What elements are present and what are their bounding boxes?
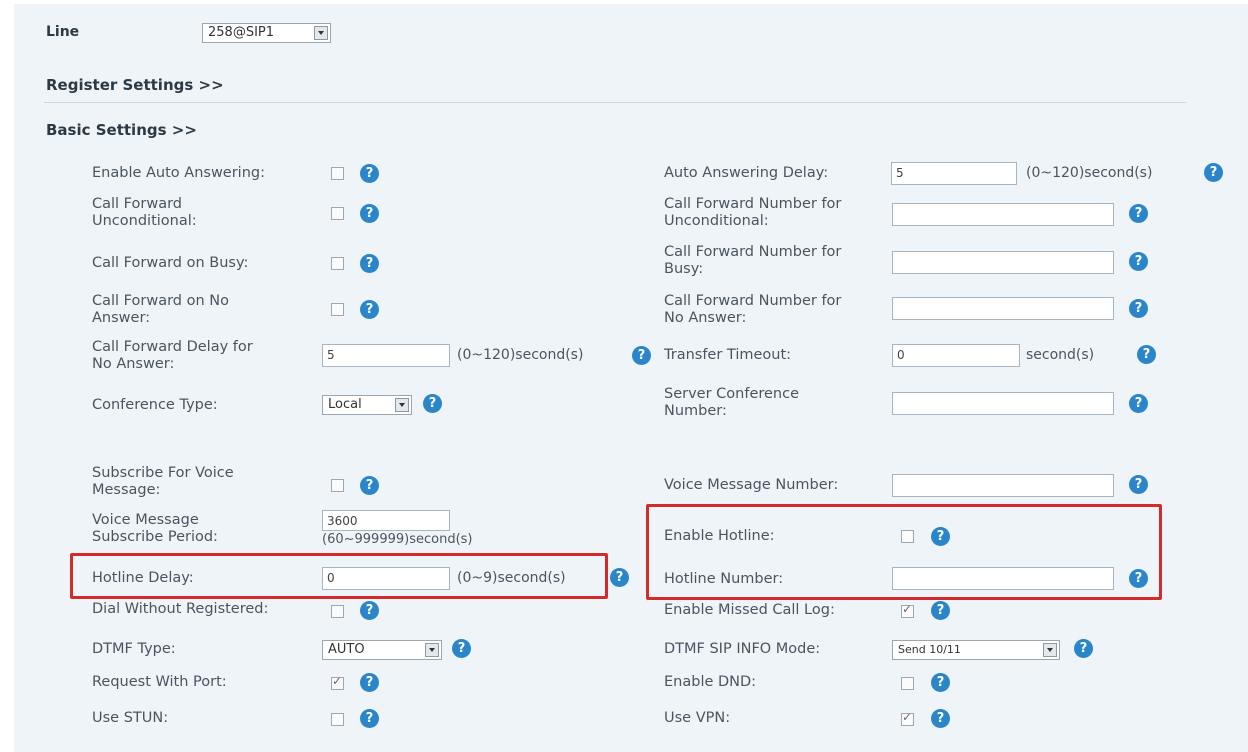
help-icon[interactable]: ? <box>360 204 379 223</box>
transfer-timeout-unit: second(s) <box>1026 347 1095 363</box>
cfn-busy-input[interactable] <box>892 251 1114 274</box>
enable-hotline-label: Enable Hotline: <box>664 528 775 544</box>
help-icon[interactable]: ? <box>360 476 379 495</box>
help-icon[interactable]: ? <box>1129 299 1148 318</box>
cfn-noanswer-input[interactable] <box>892 297 1114 320</box>
dial-unregistered-checkbox[interactable] <box>331 605 344 618</box>
cf-delay-unit: (0~120)second(s) <box>457 347 584 363</box>
vm-period-input[interactable]: 3600 <box>322 510 450 531</box>
help-icon[interactable]: ? <box>1204 163 1223 182</box>
missed-call-log-checkbox[interactable] <box>901 602 914 618</box>
chevron-down-icon[interactable] <box>1043 643 1057 657</box>
hotline-delay-label: Hotline Delay: <box>92 570 194 586</box>
help-icon[interactable]: ? <box>1129 204 1148 223</box>
hotline-number-label: Hotline Number: <box>664 571 784 587</box>
chevron-down-icon[interactable] <box>425 643 439 657</box>
help-icon[interactable]: ? <box>360 673 379 692</box>
missed-call-log-label: Enable Missed Call Log: <box>664 602 835 618</box>
help-icon[interactable]: ? <box>1129 475 1148 494</box>
help-icon[interactable]: ? <box>931 673 950 692</box>
settings-page: Line 258@SIP1 Register Settings >> Basic… <box>14 4 1248 752</box>
help-icon[interactable]: ? <box>360 164 379 183</box>
help-icon[interactable]: ? <box>1129 569 1148 588</box>
conference-type-label: Conference Type: <box>92 397 218 413</box>
vm-number-label: Voice Message Number: <box>664 477 839 493</box>
subscribe-vm-label: Subscribe For Voice Message: <box>92 465 234 498</box>
hotline-number-input[interactable] <box>892 567 1114 590</box>
register-settings-link[interactable]: Register Settings >> <box>46 76 224 94</box>
cf-busy-checkbox[interactable] <box>331 257 344 270</box>
vm-period-unit: (60~999999)second(s) <box>322 532 473 547</box>
cf-unconditional-checkbox[interactable] <box>331 207 344 220</box>
help-icon[interactable]: ? <box>360 601 379 620</box>
use-vpn-checkbox[interactable] <box>901 710 914 726</box>
request-port-label: Request With Port: <box>92 674 227 690</box>
use-stun-checkbox[interactable] <box>331 713 344 726</box>
dtmf-type-value: AUTO <box>328 642 365 657</box>
help-icon[interactable]: ? <box>360 709 379 728</box>
cf-noanswer-checkbox[interactable] <box>331 303 344 316</box>
help-icon[interactable]: ? <box>931 527 950 546</box>
chevron-down-icon[interactable] <box>395 398 409 412</box>
auto-answer-checkbox[interactable] <box>331 167 344 180</box>
auto-answer-delay-label: Auto Answering Delay: <box>664 165 829 181</box>
help-icon[interactable]: ? <box>423 394 442 413</box>
line-select[interactable]: 258@SIP1 <box>202 23 331 43</box>
subscribe-vm-checkbox[interactable] <box>331 479 344 492</box>
server-conference-input[interactable] <box>892 392 1114 415</box>
help-icon[interactable]: ? <box>931 601 950 620</box>
server-conference-label: Server Conference Number: <box>664 386 800 419</box>
cfn-unconditional-input[interactable] <box>892 203 1114 226</box>
help-icon[interactable]: ? <box>452 639 471 658</box>
help-icon[interactable]: ? <box>931 709 950 728</box>
help-icon[interactable]: ? <box>360 254 379 273</box>
use-stun-label: Use STUN: <box>92 710 169 726</box>
hotline-delay-unit: (0~9)second(s) <box>457 570 566 586</box>
dtmf-type-label: DTMF Type: <box>92 641 176 657</box>
enable-dnd-label: Enable DND: <box>664 674 757 690</box>
transfer-timeout-input[interactable]: 0 <box>892 344 1020 367</box>
cf-delay-label: Call Forward Delay for No Answer: <box>92 339 253 372</box>
cf-noanswer-label: Call Forward on No Answer: <box>92 293 229 326</box>
request-port-checkbox[interactable] <box>331 674 344 690</box>
help-icon[interactable]: ? <box>360 300 379 319</box>
help-icon[interactable]: ? <box>1137 345 1156 364</box>
help-icon[interactable]: ? <box>610 568 629 587</box>
chevron-down-icon[interactable] <box>314 26 328 40</box>
dtmf-sip-select[interactable]: Send 10/11 <box>892 640 1060 660</box>
enable-dnd-checkbox[interactable] <box>901 677 914 690</box>
cfn-busy-label: Call Forward Number for Busy: <box>664 244 842 277</box>
cfn-unconditional-label: Call Forward Number for Unconditional: <box>664 196 842 229</box>
help-icon[interactable]: ? <box>1129 252 1148 271</box>
hotline-delay-input[interactable]: 0 <box>322 567 450 590</box>
section-divider <box>44 102 1186 103</box>
cf-unconditional-label: Call Forward Unconditional: <box>92 196 197 229</box>
transfer-timeout-label: Transfer Timeout: <box>664 347 792 363</box>
dtmf-sip-label: DTMF SIP INFO Mode: <box>664 641 821 657</box>
help-icon[interactable]: ? <box>1074 639 1093 658</box>
enable-hotline-checkbox[interactable] <box>901 530 914 543</box>
help-icon[interactable]: ? <box>632 346 651 365</box>
cf-busy-label: Call Forward on Busy: <box>92 255 249 271</box>
conference-type-value: Local <box>328 397 362 412</box>
auto-answer-delay-input[interactable]: 5 <box>891 162 1017 185</box>
auto-answer-label: Enable Auto Answering: <box>92 165 265 181</box>
dtmf-type-select[interactable]: AUTO <box>322 640 442 660</box>
cf-delay-input[interactable]: 5 <box>322 344 450 367</box>
cfn-noanswer-label: Call Forward Number for No Answer: <box>664 293 842 326</box>
basic-settings-link[interactable]: Basic Settings >> <box>46 121 197 139</box>
line-label: Line <box>46 24 80 40</box>
dial-unregistered-label: Dial Without Registered: <box>92 601 269 617</box>
auto-answer-delay-unit: (0~120)second(s) <box>1026 165 1153 181</box>
help-icon[interactable]: ? <box>1129 394 1148 413</box>
line-select-value: 258@SIP1 <box>208 25 275 40</box>
dtmf-sip-value: Send 10/11 <box>898 643 961 656</box>
vm-number-input[interactable] <box>892 474 1114 497</box>
vm-period-label: Voice Message Subscribe Period: <box>92 512 218 545</box>
conference-type-select[interactable]: Local <box>322 395 412 415</box>
use-vpn-label: Use VPN: <box>664 710 731 726</box>
